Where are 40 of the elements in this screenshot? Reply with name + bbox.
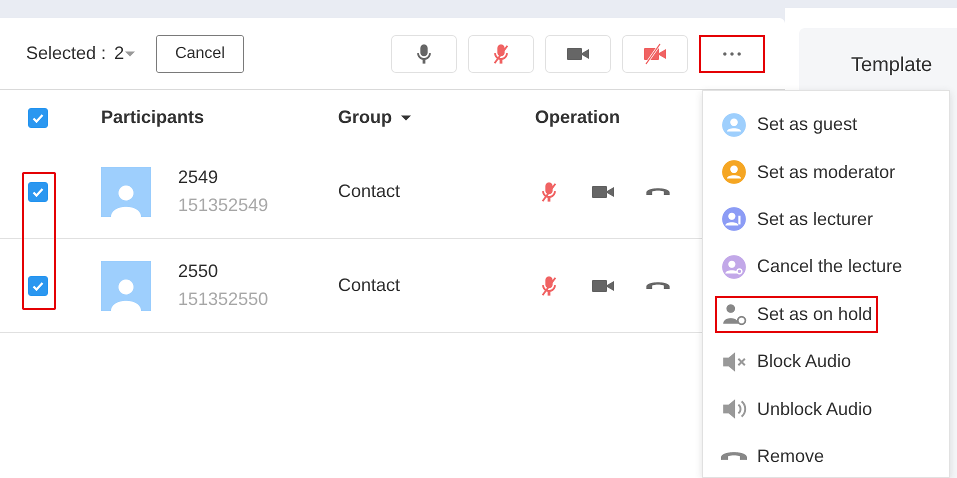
- avatar: [101, 166, 151, 216]
- unmute-all-button[interactable]: [391, 34, 457, 72]
- checkbox[interactable]: [28, 276, 48, 296]
- menu-item[interactable]: Set as on hold: [715, 296, 878, 333]
- phone-icon[interactable]: [646, 282, 670, 289]
- column-header: Participants: [101, 106, 204, 129]
- participant-name: 2550: [178, 260, 220, 283]
- menu-item[interactable]: Set as moderator: [715, 154, 902, 191]
- group-cell-text: Contact: [338, 180, 402, 203]
- user-icon: [721, 159, 747, 186]
- menu-item[interactable]: Block Audio: [715, 343, 858, 380]
- camera-off-button[interactable]: [622, 34, 688, 72]
- selected-count[interactable]: 2: [114, 40, 124, 67]
- checkbox[interactable]: [28, 108, 48, 128]
- user-icon: [721, 112, 747, 138]
- phone-icon: [721, 452, 747, 460]
- menu-item[interactable]: Unblock Audio: [715, 390, 878, 428]
- video-off-icon: [642, 42, 668, 66]
- menu-item[interactable]: Set as lecturer: [715, 200, 880, 238]
- camera-button[interactable]: [545, 34, 611, 72]
- checkbox[interactable]: [28, 182, 48, 202]
- menu-item[interactable]: Set as guest: [715, 106, 864, 144]
- panel-title: Template: [851, 54, 932, 76]
- column-header[interactable]: Group: [338, 107, 392, 127]
- participant-number: 151352549: [178, 194, 268, 216]
- avatar: [101, 260, 151, 310]
- lecturer-icon: [721, 206, 747, 232]
- group-cell-text: Contact: [338, 274, 402, 297]
- lecturer-icon: [721, 254, 747, 280]
- phone-icon[interactable]: [646, 188, 670, 195]
- selected-label: Selected :: [26, 42, 106, 65]
- more-button[interactable]: [699, 34, 765, 72]
- menu-item[interactable]: Cancel the lecture: [715, 248, 908, 286]
- mute-all-button[interactable]: [468, 34, 534, 72]
- participant-name: 2549: [178, 166, 220, 189]
- menu-item[interactable]: Remove: [715, 438, 830, 475]
- participant-number: 151352550: [178, 288, 268, 310]
- column-header: Operation: [535, 107, 620, 127]
- more-icon: [723, 52, 741, 56]
- cancel-button[interactable]: Cancel: [156, 34, 244, 72]
